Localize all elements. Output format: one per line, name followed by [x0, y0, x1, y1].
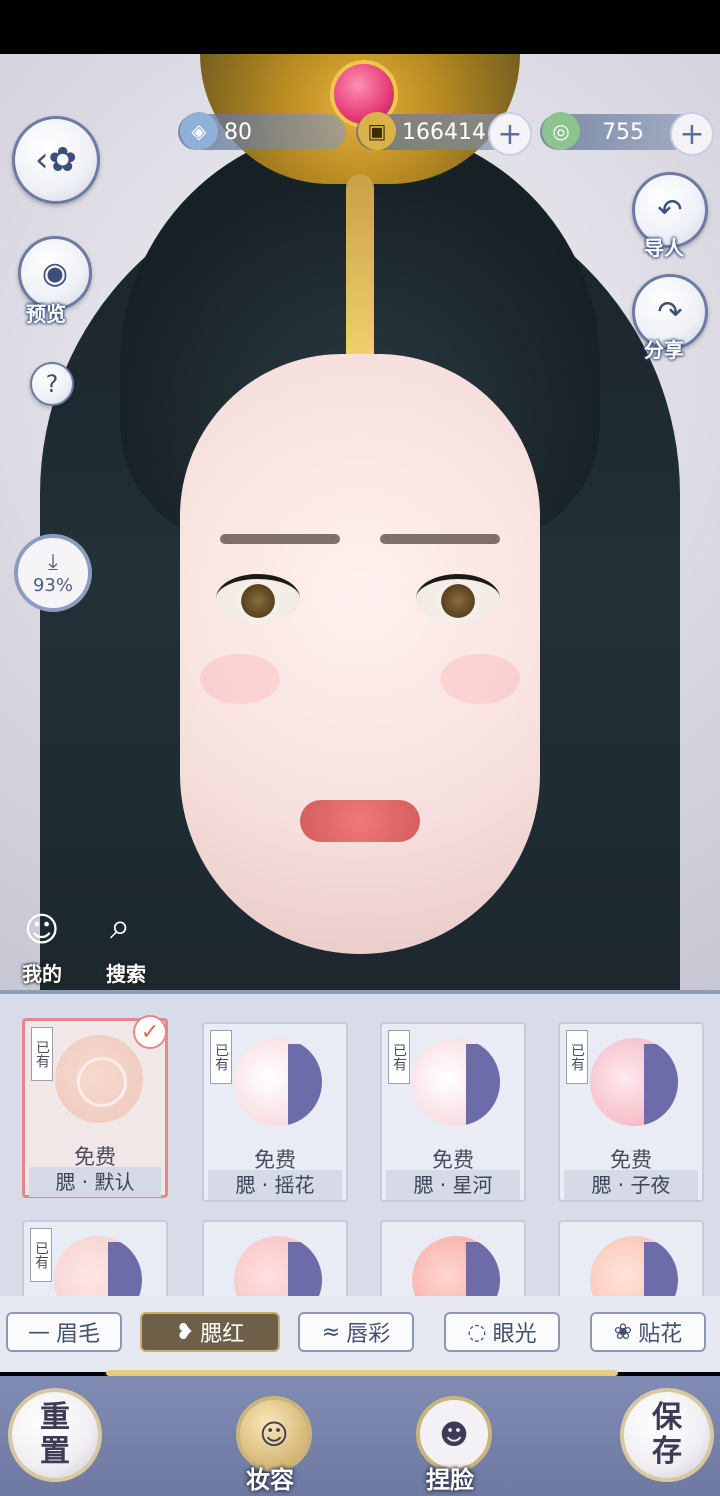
tab-sticker[interactable]: ❀ 贴花 — [590, 1312, 706, 1352]
left-eye — [216, 574, 300, 623]
blush-swatch — [412, 1038, 500, 1126]
left-cheek — [200, 654, 280, 704]
owned-tag: 已有 — [210, 1030, 232, 1084]
eye-icon: ◉ — [41, 255, 69, 291]
save-button[interactable]: 保 存 — [620, 1388, 714, 1482]
save-line2: 存 — [652, 1434, 682, 1469]
owned-tag: 已有 — [388, 1030, 410, 1084]
blush-item-ziye[interactable]: 已有 免费 腮 · 子夜 — [558, 1022, 704, 1202]
tab-blush[interactable]: ❥ 腮红 — [140, 1312, 280, 1352]
item-name: 腮 · 星河 — [386, 1170, 520, 1200]
gem-icon: ◈ — [180, 112, 218, 150]
tab-lipstick[interactable]: ≈ 唇彩 — [298, 1312, 414, 1352]
character-stage[interactable] — [0, 54, 720, 990]
mine-icon[interactable]: ☺ — [24, 910, 59, 950]
tab-eye-light[interactable]: ◌ 眼光 — [444, 1312, 560, 1352]
gem-value: 80 — [224, 119, 252, 145]
item-name: 腮 · 默认 — [29, 1167, 161, 1197]
search-icon[interactable]: ⌕ — [110, 906, 130, 948]
share-icon: ↷ — [657, 294, 683, 330]
jade-icon: ◎ — [542, 112, 580, 150]
coin-icon: ▣ — [358, 112, 396, 150]
blush-item-row2-4[interactable] — [558, 1220, 704, 1324]
blush-item-xinghe[interactable]: 已有 免费 腮 · 星河 — [380, 1022, 526, 1202]
import-label: 导人 — [644, 236, 684, 260]
blush-swatch — [234, 1038, 322, 1126]
back-butterfly-icon: ‹✿ — [34, 140, 78, 180]
question-icon: ? — [45, 370, 59, 398]
face-avatar-icon: ☻ — [439, 1417, 469, 1451]
reset-line1: 重 — [40, 1400, 70, 1435]
footer-bar: 重 置 ☺ 妆容 ☻ 捏脸 保 存 — [0, 1376, 720, 1496]
face-edit-label[interactable]: 捏脸 — [426, 1460, 474, 1495]
tab-label: 唇彩 — [346, 1322, 391, 1347]
blush-item-default[interactable]: 已有 免费 腮 · 默认 ✓ — [22, 1015, 168, 1198]
tab-label: 腮红 — [200, 1322, 245, 1347]
blush-item-row2-3[interactable] — [380, 1220, 526, 1324]
search-label[interactable]: 搜索 — [106, 958, 146, 987]
currency-gem: ◈ 80 — [178, 112, 346, 150]
currency-jade: ◎ 755 + — [540, 112, 714, 156]
share-label: 分享 — [644, 338, 684, 362]
lips — [300, 800, 420, 842]
lips-icon: ≈ — [321, 1319, 341, 1345]
blush-item-row2-2[interactable] — [202, 1220, 348, 1324]
jade-value: 755 — [602, 119, 644, 145]
right-eye — [416, 574, 500, 623]
blush-swatch — [55, 1035, 143, 1123]
reset-icon — [77, 1057, 127, 1107]
makeup-label[interactable]: 妆容 — [246, 1460, 294, 1495]
download-percent: 93% — [32, 575, 73, 596]
tab-label: 眼光 — [492, 1322, 537, 1347]
item-name: 腮 · 摇花 — [208, 1170, 342, 1200]
coin-value: 166414 — [402, 119, 486, 145]
item-name: 腮 · 子夜 — [564, 1170, 698, 1200]
makeup-avatar-icon: ☺ — [259, 1417, 289, 1451]
selected-check-icon: ✓ — [133, 1015, 167, 1049]
tab-eyebrow[interactable]: — 眉毛 — [6, 1312, 122, 1352]
blush-swatch — [590, 1038, 678, 1126]
download-progress: ⤓ 93% — [14, 534, 92, 612]
left-brow — [220, 534, 340, 544]
reset-button[interactable]: 重 置 — [8, 1388, 102, 1482]
download-icon: ⤓ — [48, 550, 58, 575]
back-button[interactable]: ‹✿ — [12, 116, 100, 204]
tab-label: 眉毛 — [55, 1322, 100, 1347]
add-jade-button[interactable]: + — [670, 112, 714, 156]
owned-tag: 已有 — [30, 1228, 52, 1282]
blush-icon: ❥ — [175, 1319, 195, 1345]
blush-item-row2-1[interactable]: 已有 — [22, 1220, 168, 1324]
tab-label: 贴花 — [638, 1322, 683, 1347]
right-cheek — [440, 654, 520, 704]
eye-light-icon: ◌ — [467, 1319, 487, 1345]
eyebrow-icon: — — [27, 1319, 50, 1345]
reset-line2: 置 — [40, 1434, 70, 1469]
mine-label[interactable]: 我的 — [22, 958, 62, 987]
add-coin-button[interactable]: + — [488, 112, 532, 156]
preview-label: 预览 — [26, 302, 66, 326]
save-line1: 保 — [652, 1400, 682, 1435]
makeup-category-tabs: — 眉毛 ❥ 腮红 ≈ 唇彩 ◌ 眼光 ❀ 贴花 — [0, 1296, 720, 1372]
help-button[interactable]: ? — [30, 362, 74, 406]
owned-tag: 已有 — [566, 1030, 588, 1084]
currency-coin: ▣ 166414 + — [356, 112, 532, 156]
owned-tag: 已有 — [31, 1027, 53, 1081]
import-icon: ↶ — [657, 192, 683, 228]
blush-item-yaohua[interactable]: 已有 免费 腮 · 摇花 — [202, 1022, 348, 1202]
blush-item-panel: 已有 免费 腮 · 默认 ✓ 已有 免费 腮 · 摇花 已有 免费 腮 · 星河… — [0, 990, 720, 1324]
right-brow — [380, 534, 500, 544]
status-bar — [0, 0, 720, 54]
flower-icon: ❀ — [613, 1319, 633, 1345]
